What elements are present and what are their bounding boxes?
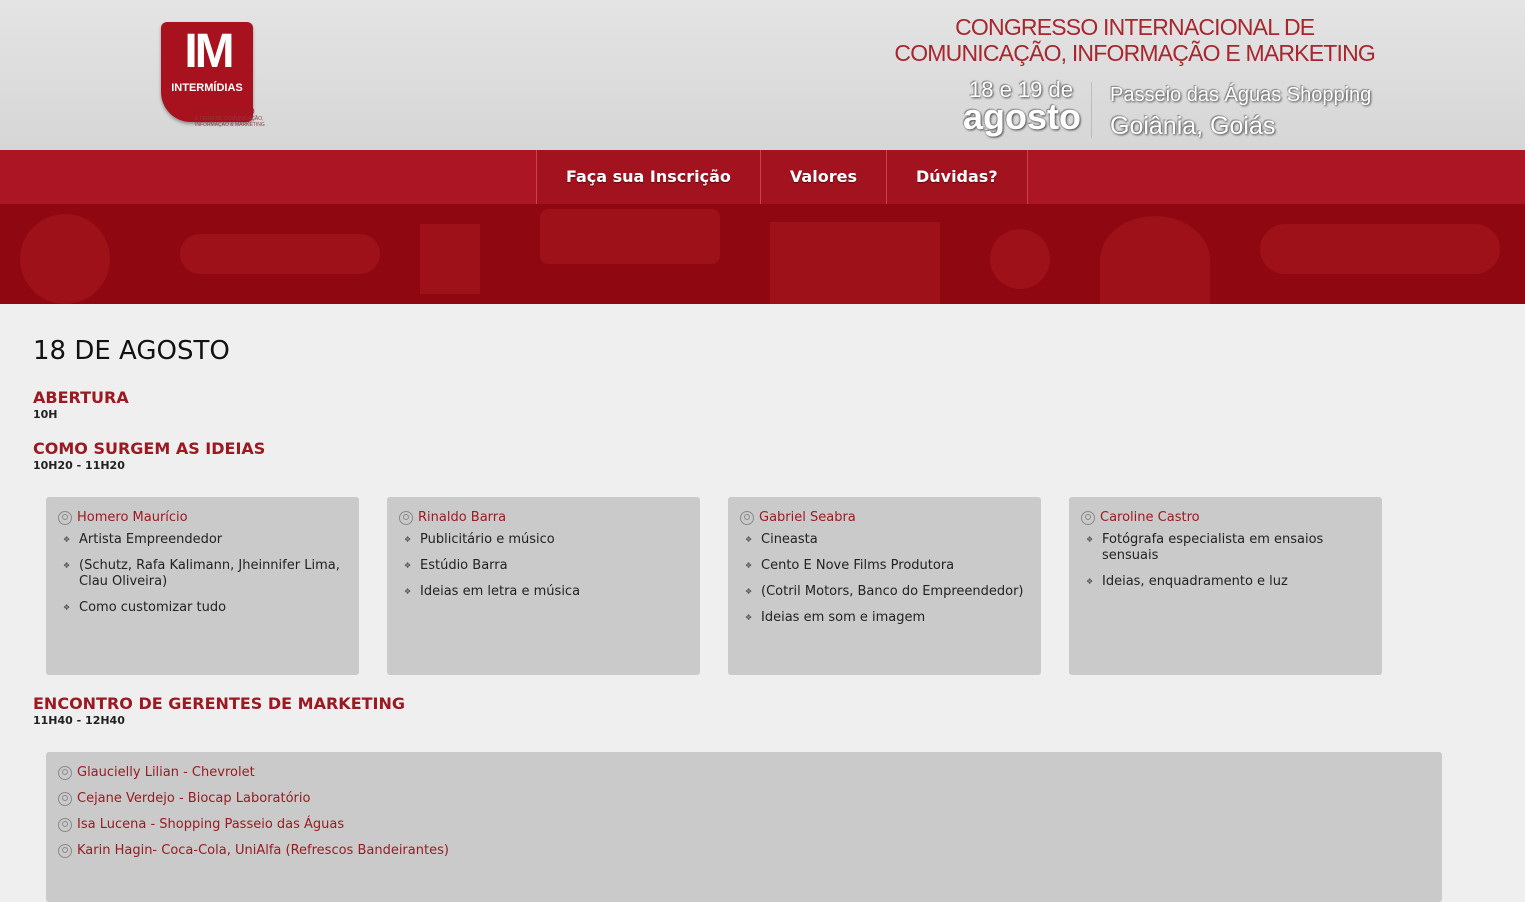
header-divider: [1091, 82, 1092, 138]
speaker-detail: Ideias em letra e música: [399, 584, 688, 600]
speaker-detail: (Schutz, Rafa Kalimann, Jheinnifer Lima,…: [58, 558, 347, 590]
speaker-name-link[interactable]: Caroline Castro: [1081, 509, 1370, 527]
speaker-name-link[interactable]: Rinaldo Barra: [399, 509, 688, 527]
speaker-details: Publicitário e músico Estúdio Barra Idei…: [399, 532, 688, 600]
person-icon: [58, 818, 72, 832]
speaker-name-link[interactable]: Glaucielly Lilian - Chevrolet: [58, 764, 1430, 782]
intermidias-logo[interactable]: IM INTERMÍDIAS 7°CONGRESSO E FEIRA DE CO…: [161, 22, 291, 134]
speaker-detail: (Cotril Motors, Banco do Empreendedor): [740, 584, 1029, 600]
site-header: IM INTERMÍDIAS 7°CONGRESSO E FEIRA DE CO…: [0, 0, 1525, 150]
nav-item-inscricao[interactable]: Faça sua Inscrição: [537, 150, 761, 204]
speaker-detail: Artista Empreendedor: [58, 532, 347, 548]
speaker-detail: Publicitário e músico: [399, 532, 688, 548]
nav-item-valores[interactable]: Valores: [760, 150, 887, 204]
speaker-name: Caroline Castro: [1100, 510, 1200, 525]
section-time: 10H: [33, 408, 58, 421]
main-nav: Faça sua Inscrição Valores Dúvidas?: [0, 150, 1525, 204]
speaker-name: Isa Lucena - Shopping Passeio das Águas: [77, 817, 345, 832]
person-icon: [58, 844, 72, 858]
section-abertura: ABERTURA 10H: [33, 388, 1525, 422]
speaker-name-link[interactable]: Isa Lucena - Shopping Passeio das Águas: [58, 816, 1430, 834]
event-date: 18 e 19 de agosto: [963, 78, 1082, 137]
section-time: 10H20 - 11H20: [33, 459, 125, 472]
banner-pattern-shape: [1260, 224, 1500, 274]
speaker-detail: Fotógrafa especialista em ensaios sensua…: [1081, 532, 1370, 564]
speaker-detail: Cento E Nove Films Produtora: [740, 558, 1029, 574]
person-icon: [58, 511, 72, 525]
event-title: CONGRESSO INTERNACIONAL DE COMUNICAÇÃO, …: [894, 14, 1375, 66]
banner-pattern-shape: [180, 234, 380, 274]
person-icon: [1081, 511, 1095, 525]
speaker-detail: Estúdio Barra: [399, 558, 688, 574]
speaker-name: Karin Hagin- Coca-Cola, UniAlfa (Refresc…: [77, 843, 449, 858]
banner-pattern-shape: [540, 209, 720, 264]
speaker-card: Gabriel Seabra Cineasta Cento E Nove Fil…: [728, 497, 1041, 675]
speaker-details: Artista Empreendedor (Schutz, Rafa Kalim…: [58, 532, 347, 616]
speaker-name: Gabriel Seabra: [759, 510, 856, 525]
banner-pattern-shape: [20, 214, 110, 304]
logo-text: IM: [184, 25, 234, 78]
section-como-surgem-as-ideias: COMO SURGEM AS IDEIAS 10H20 - 11H20: [33, 439, 1525, 473]
speaker-detail: Como customizar tudo: [58, 600, 347, 616]
banner-pattern-shape: [420, 224, 480, 294]
banner-pattern-shape: [1100, 216, 1210, 304]
speaker-details: Fotógrafa especialista em ensaios sensua…: [1081, 532, 1370, 590]
event-date-month: agosto: [963, 96, 1082, 137]
speaker-detail: Ideias em som e imagem: [740, 610, 1029, 626]
speaker-name-link[interactable]: Cejane Verdejo - Biocap Laboratório: [58, 790, 1430, 808]
day-title: 18 DE AGOSTO: [33, 336, 230, 366]
speaker-cards: Homero Maurício Artista Empreendedor (Sc…: [46, 497, 1525, 675]
person-icon: [58, 766, 72, 780]
event-location: Passeio das Águas Shopping Goiânia, Goiá…: [1110, 82, 1371, 144]
person-icon: [740, 511, 754, 525]
banner-pattern-shape: [770, 222, 940, 304]
event-title-line1: CONGRESSO INTERNACIONAL DE: [955, 14, 1315, 40]
decorative-banner: [0, 204, 1525, 304]
speaker-details: Cineasta Cento E Nove Films Produtora (C…: [740, 532, 1029, 626]
speaker-name-link[interactable]: Homero Maurício: [58, 509, 347, 527]
section-title: ENCONTRO DE GERENTES DE MARKETING: [33, 694, 406, 713]
managers-card: Glaucielly Lilian - Chevrolet Cejane Ver…: [46, 752, 1442, 902]
section-title: COMO SURGEM AS IDEIAS: [33, 439, 266, 458]
speaker-name: Rinaldo Barra: [418, 510, 507, 525]
person-icon: [58, 792, 72, 806]
nav-item-duvidas[interactable]: Dúvidas?: [886, 150, 1028, 204]
section-title: ABERTURA: [33, 388, 129, 407]
speaker-detail: Cineasta: [740, 532, 1029, 548]
person-icon: [399, 511, 413, 525]
speaker-detail: Ideias, enquadramento e luz: [1081, 574, 1370, 590]
schedule-content: 18 DE AGOSTO ABERTURA 10H COMO SURGEM AS…: [0, 304, 1525, 902]
speaker-card: Homero Maurício Artista Empreendedor (Sc…: [46, 497, 359, 675]
speaker-card: Caroline Castro Fotógrafa especialista e…: [1069, 497, 1382, 675]
section-time: 11H40 - 12H40: [33, 714, 125, 727]
event-city: Goiânia, Goiás: [1110, 112, 1276, 140]
event-venue: Passeio das Águas Shopping: [1110, 84, 1372, 106]
speaker-name: Cejane Verdejo - Biocap Laboratório: [77, 791, 311, 806]
logo-edition: 7°CONGRESSO: [195, 107, 255, 116]
logo-subtitle: E FEIRA DE COMUNICAÇÃO, INFORMAÇÃO & MAR…: [195, 116, 265, 128]
speaker-name: Glaucielly Lilian - Chevrolet: [77, 765, 255, 780]
speaker-name-link[interactable]: Gabriel Seabra: [740, 509, 1029, 527]
speaker-name: Homero Maurício: [77, 510, 188, 525]
banner-pattern-shape: [990, 229, 1050, 289]
event-title-line2: COMUNICAÇÃO, INFORMAÇÃO E MARKETING: [894, 40, 1375, 66]
logo-brand: INTERMÍDIAS: [171, 82, 243, 94]
speaker-name-link[interactable]: Karin Hagin- Coca-Cola, UniAlfa (Refresc…: [58, 842, 1430, 860]
speaker-card: Rinaldo Barra Publicitário e músico Estú…: [387, 497, 700, 675]
section-encontro-gerentes: ENCONTRO DE GERENTES DE MARKETING 11H40 …: [33, 694, 1525, 728]
